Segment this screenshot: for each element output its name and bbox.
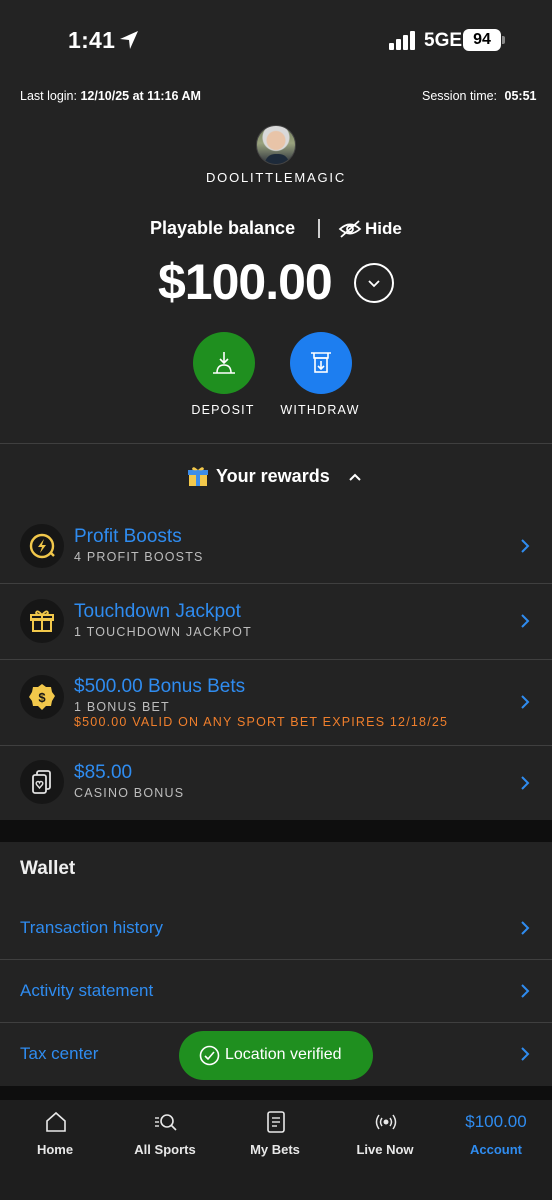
reward-casino-bonus[interactable]: $85.00 CASINO BONUS (0, 746, 552, 820)
battery-icon: 94 (463, 29, 501, 51)
divider (0, 443, 552, 444)
last-login-label: Last login: (20, 89, 77, 103)
tab-label: My Bets (250, 1142, 300, 1157)
tab-my-bets[interactable]: My Bets (220, 1100, 330, 1200)
reward-subtitle: CASINO BONUS (74, 786, 185, 800)
eye-slash-icon[interactable] (338, 220, 362, 238)
live-broadcast-icon (375, 1114, 397, 1130)
reward-expiry: $500.00 VALID ON ANY SPORT BET EXPIRES 1… (74, 715, 449, 729)
home-icon (46, 1111, 66, 1132)
reward-profit-boosts[interactable]: Profit Boosts 4 PROFIT BOOSTS (0, 508, 552, 583)
bet-slip-icon (267, 1111, 285, 1133)
transaction-history-link[interactable]: Transaction history (20, 918, 163, 938)
tab-label: Home (36, 1142, 74, 1157)
gift-icon (188, 467, 208, 486)
toast-text: Location verified (225, 1046, 342, 1063)
playing-cards-icon (20, 760, 64, 804)
session-time: Session time: 05:51 (422, 89, 537, 103)
chevron-down-icon (368, 280, 380, 288)
chevron-right-icon (521, 776, 530, 790)
avatar[interactable] (256, 125, 296, 165)
divider (0, 959, 552, 960)
location-arrow-icon (120, 31, 138, 49)
withdraw-button[interactable] (290, 332, 352, 394)
balance-label: Playable balance (150, 218, 296, 238)
tab-all-sports[interactable]: All Sports (110, 1100, 220, 1200)
last-login: Last login: 12/10/25 at 11:16 AM (20, 89, 201, 103)
last-login-value: 12/10/25 at 11:16 AM (80, 89, 201, 103)
section-separator (0, 1086, 552, 1100)
activity-statement-link[interactable]: Activity statement (20, 981, 153, 1001)
tab-label: Account (470, 1142, 522, 1157)
status-bar: 1:41 5GE 94 (0, 0, 552, 80)
session-time-label: Session time: (422, 89, 498, 103)
reward-subtitle: 1 TOUCHDOWN JACKPOT (74, 625, 252, 639)
balance-amount: $100.00 (158, 254, 333, 310)
deposit-icon (213, 352, 235, 374)
signal-bars-icon (389, 31, 415, 50)
chevron-up-icon[interactable] (348, 472, 362, 482)
balance-details-button[interactable] (354, 263, 394, 303)
chevron-right-icon (521, 1047, 530, 1061)
reward-touchdown-jackpot[interactable]: Touchdown Jackpot 1 TOUCHDOWN JACKPOT (0, 584, 552, 659)
status-time: 1:41 (68, 27, 116, 53)
divider (0, 1022, 552, 1023)
withdraw-icon (311, 352, 331, 373)
battery-level: 94 (473, 31, 491, 48)
tab-home[interactable]: Home (0, 1100, 110, 1200)
section-separator (0, 820, 552, 842)
network-type: 5GE (424, 30, 463, 51)
reward-title[interactable]: $500.00 Bonus Bets (74, 676, 245, 698)
dollar-badge-icon: $ (20, 675, 64, 719)
deposit-label[interactable]: DEPOSIT (173, 403, 273, 417)
chevron-right-icon (521, 695, 530, 709)
tab-account-balance: $100.00 (465, 1112, 527, 1131)
chevron-right-icon (521, 921, 530, 935)
hide-balance-button[interactable]: Hide (365, 219, 402, 239)
tab-account[interactable]: $100.00 Account (441, 1100, 551, 1200)
wallet-title: Wallet (20, 858, 76, 879)
reward-title[interactable]: Touchdown Jackpot (74, 601, 241, 623)
bottom-tab-bar: Home All Sports My Bets Live Now $100.00… (0, 1100, 552, 1200)
reward-bonus-bets[interactable]: $ $500.00 Bonus Bets 1 BONUS BET $500.00… (0, 660, 552, 745)
tax-center-link[interactable]: Tax center (20, 1044, 98, 1064)
reward-subtitle: 1 BONUS BET (74, 700, 170, 714)
lightning-boost-icon (20, 524, 64, 568)
chevron-right-icon (521, 614, 530, 628)
chevron-right-icon (521, 539, 530, 553)
chevron-right-icon (521, 984, 530, 998)
withdraw-label[interactable]: WITHDRAW (270, 403, 370, 417)
tab-label: Live Now (356, 1142, 414, 1157)
battery-tip (502, 36, 505, 44)
location-verified-toast: Location verified (179, 1031, 373, 1080)
session-time-value: 05:51 (504, 89, 537, 103)
deposit-button[interactable] (193, 332, 255, 394)
gift-box-icon (20, 599, 64, 643)
tab-label: All Sports (134, 1142, 196, 1157)
divider (318, 219, 320, 238)
username: DOOLITTLEMAGIC (205, 170, 347, 185)
rewards-title[interactable]: Your rewards (216, 466, 330, 487)
reward-title[interactable]: Profit Boosts (74, 526, 182, 548)
reward-subtitle: 4 PROFIT BOOSTS (74, 550, 204, 564)
svg-text:$: $ (38, 690, 46, 705)
reward-title[interactable]: $85.00 (74, 762, 132, 784)
search-sports-icon (155, 1114, 177, 1131)
tab-live-now[interactable]: Live Now (330, 1100, 440, 1200)
check-circle-icon (199, 1045, 220, 1066)
